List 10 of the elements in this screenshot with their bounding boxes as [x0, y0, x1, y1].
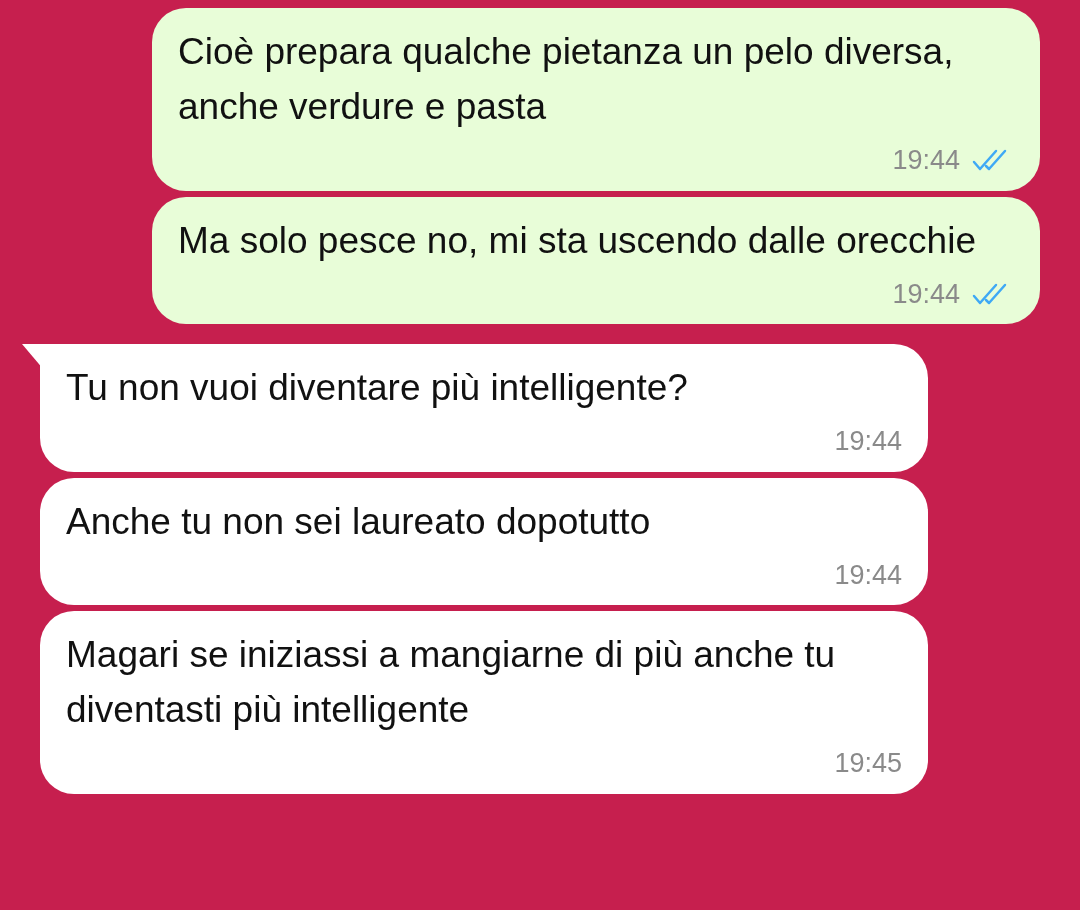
message-time: 19:44 — [834, 425, 902, 458]
message-text: Anche tu non sei laureato dopotutto — [66, 499, 652, 544]
message-text: Tu non vuoi diventare più intelligente? — [66, 366, 689, 410]
message-text: Magari se iniziassi a mangiarne di più anche tu diventasti più intelligente — [66, 633, 837, 732]
message-time: 19:44 — [892, 277, 960, 311]
message-time: 19:44 — [834, 558, 902, 592]
message-time: 19:45 — [834, 747, 902, 780]
message-text: Cioè prepara qualche pietanza un pelo diversa, anche verdure e pasta — [178, 30, 955, 129]
message-time: 19:44 — [892, 144, 960, 177]
message-text: Ma solo pesce no, mi sta uscendo dalle orecchie — [178, 218, 977, 263]
